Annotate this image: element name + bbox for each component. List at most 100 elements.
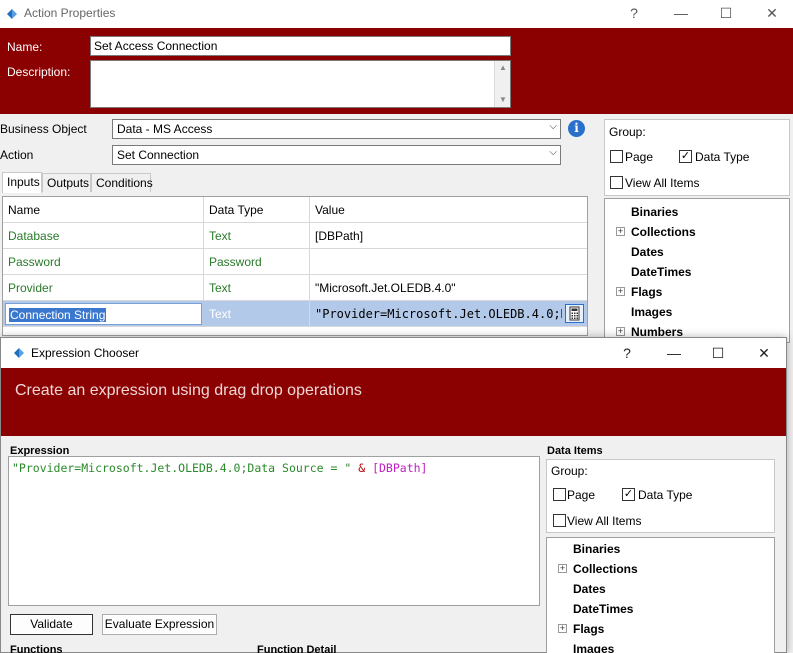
grid-header: Name Data Type Value (3, 197, 587, 223)
tree-item[interactable]: Collections (631, 225, 696, 239)
dialog-help-button[interactable]: ? (613, 343, 641, 363)
column-header-type: Data Type (204, 197, 310, 223)
tree-item[interactable]: Collections (573, 562, 638, 576)
row-value[interactable] (310, 249, 587, 275)
tree-item[interactable]: Binaries (631, 205, 678, 219)
expression-data-item: [DBPath] (372, 461, 428, 475)
function-detail-label: Function Detail (257, 644, 337, 653)
validate-button[interactable]: Validate (10, 614, 93, 635)
expression-editor[interactable]: "Provider=Microsoft.Jet.OLEDB.4.0;Data S… (8, 456, 540, 606)
tab-conditions[interactable]: Conditions (91, 173, 153, 192)
title-bar: Action Properties ? — ☐ ✕ (0, 0, 793, 28)
row-type: Text (204, 275, 310, 301)
tree-item[interactable]: DateTimes (573, 602, 633, 616)
tree-item[interactable]: Flags (573, 622, 604, 636)
page-checkbox-label: Page (625, 150, 654, 164)
window-title: Action Properties (24, 6, 116, 20)
dialog-title: Expression Chooser (31, 346, 140, 360)
tab-outputs[interactable]: Outputs (42, 173, 91, 192)
column-header-name: Name (3, 197, 204, 223)
name-label: Name: (7, 40, 43, 54)
description-scrollbar[interactable]: ▲ ▼ (494, 61, 510, 107)
tree-item[interactable]: Dates (631, 245, 664, 259)
minimize-button[interactable]: — (667, 3, 695, 23)
evaluate-expression-button[interactable]: Evaluate Expression (102, 614, 217, 635)
row-name: Database (3, 223, 204, 249)
dialog-title-bar: Expression Chooser ? — ☐ ✕ (1, 338, 786, 368)
table-row[interactable]: Provider Text "Microsoft.Jet.OLEDB.4.0" (3, 275, 587, 301)
close-button[interactable]: ✕ (758, 3, 786, 23)
business-object-label: Business Object (0, 122, 87, 136)
tree-item[interactable]: Images (573, 642, 614, 653)
page-checkbox[interactable] (610, 150, 623, 163)
table-row[interactable]: Database Text [DBPath] (3, 223, 587, 249)
expand-icon[interactable]: + (558, 624, 567, 633)
page-checkbox[interactable] (553, 488, 566, 501)
info-icon[interactable]: i (568, 120, 585, 137)
table-row-selected[interactable]: Connection String Text "Provider=Microso… (3, 301, 587, 327)
row-type: Password (204, 249, 310, 275)
row-type: Text (204, 301, 310, 327)
chevron-down-icon: ⌵ (549, 121, 557, 132)
expression-operator: & (358, 461, 366, 475)
functions-label: Functions (10, 644, 63, 653)
business-object-select[interactable]: Data - MS Access ⌵ (112, 119, 561, 139)
group-label: Group: (609, 125, 646, 139)
tree-item[interactable]: Dates (573, 582, 606, 596)
scroll-down-icon[interactable]: ▼ (495, 93, 511, 107)
row-name-edit[interactable]: Connection String (5, 303, 202, 325)
expand-icon[interactable]: + (558, 564, 567, 573)
row-value[interactable]: "Provider=Microsoft.Jet.OLEDB.4.0;Data S… (310, 301, 562, 327)
dialog-maximize-button[interactable]: ☐ (704, 343, 732, 363)
expand-icon[interactable]: + (616, 327, 625, 336)
column-header-value: Value (315, 203, 345, 217)
inputs-grid: Name Data Type Value Database Text [DBPa… (2, 196, 588, 336)
row-value[interactable]: [DBPath] (310, 223, 587, 249)
description-label: Description: (7, 65, 71, 79)
tree-item[interactable]: DateTimes (631, 265, 691, 279)
row-name: Connection String (9, 308, 107, 322)
datatype-checkbox[interactable]: ✓ (679, 150, 692, 163)
view-all-checkbox[interactable] (553, 514, 566, 527)
action-select[interactable]: Set Connection ⌵ (112, 145, 561, 165)
expand-icon[interactable]: + (616, 287, 625, 296)
header-band: Name: Set Access Connection Description:… (0, 28, 793, 114)
app-icon (7, 9, 17, 19)
expression-string: "Provider=Microsoft.Jet.OLEDB.4.0;Data S… (12, 461, 352, 475)
dialog-data-items-tree: Binaries + Collections Dates DateTimes +… (546, 537, 775, 653)
row-name: Provider (3, 275, 204, 301)
app-icon (14, 348, 24, 358)
expand-icon[interactable]: + (616, 227, 625, 236)
business-object-value: Data - MS Access (117, 122, 213, 136)
dialog-minimize-button[interactable]: — (660, 343, 688, 363)
action-label: Action (0, 148, 34, 162)
chevron-down-icon: ⌵ (549, 147, 557, 158)
tab-inputs[interactable]: Inputs (2, 172, 42, 193)
datatype-checkbox-label: Data Type (695, 150, 750, 164)
name-input[interactable]: Set Access Connection (90, 36, 511, 56)
description-input[interactable]: ▲ ▼ (90, 60, 511, 108)
scroll-up-icon[interactable]: ▲ (495, 61, 511, 75)
group-options: Group: Page ✓ Data Type View All Items (604, 119, 790, 196)
row-name: Password (3, 249, 204, 275)
data-items-tree: Binaries + Collections Dates DateTimes +… (604, 198, 790, 343)
dialog-close-button[interactable]: ✕ (750, 343, 778, 363)
maximize-button[interactable]: ☐ (712, 3, 740, 23)
row-value[interactable]: "Microsoft.Jet.OLEDB.4.0" (310, 275, 587, 301)
datatype-checkbox[interactable]: ✓ (622, 488, 635, 501)
tree-item[interactable]: Images (631, 305, 672, 319)
tree-item[interactable]: Binaries (573, 542, 620, 556)
calculator-icon[interactable] (565, 304, 584, 323)
group-label: Group: (551, 464, 588, 478)
datatype-checkbox-label: Data Type (638, 488, 693, 502)
banner-text: Create an expression using drag drop ope… (15, 382, 362, 399)
view-all-checkbox-label: View All Items (625, 176, 700, 190)
help-button[interactable]: ? (620, 3, 648, 23)
expression-chooser-dialog: Expression Chooser ? — ☐ ✕ Create an exp… (0, 337, 787, 653)
row-type: Text (204, 223, 310, 249)
data-items-label: Data Items (547, 445, 603, 457)
view-all-checkbox[interactable] (610, 176, 623, 189)
tree-item[interactable]: Flags (631, 285, 662, 299)
expression-text: "Provider=Microsoft.Jet.OLEDB.4.0;Data S… (12, 461, 536, 475)
table-row[interactable]: Password Password (3, 249, 587, 275)
